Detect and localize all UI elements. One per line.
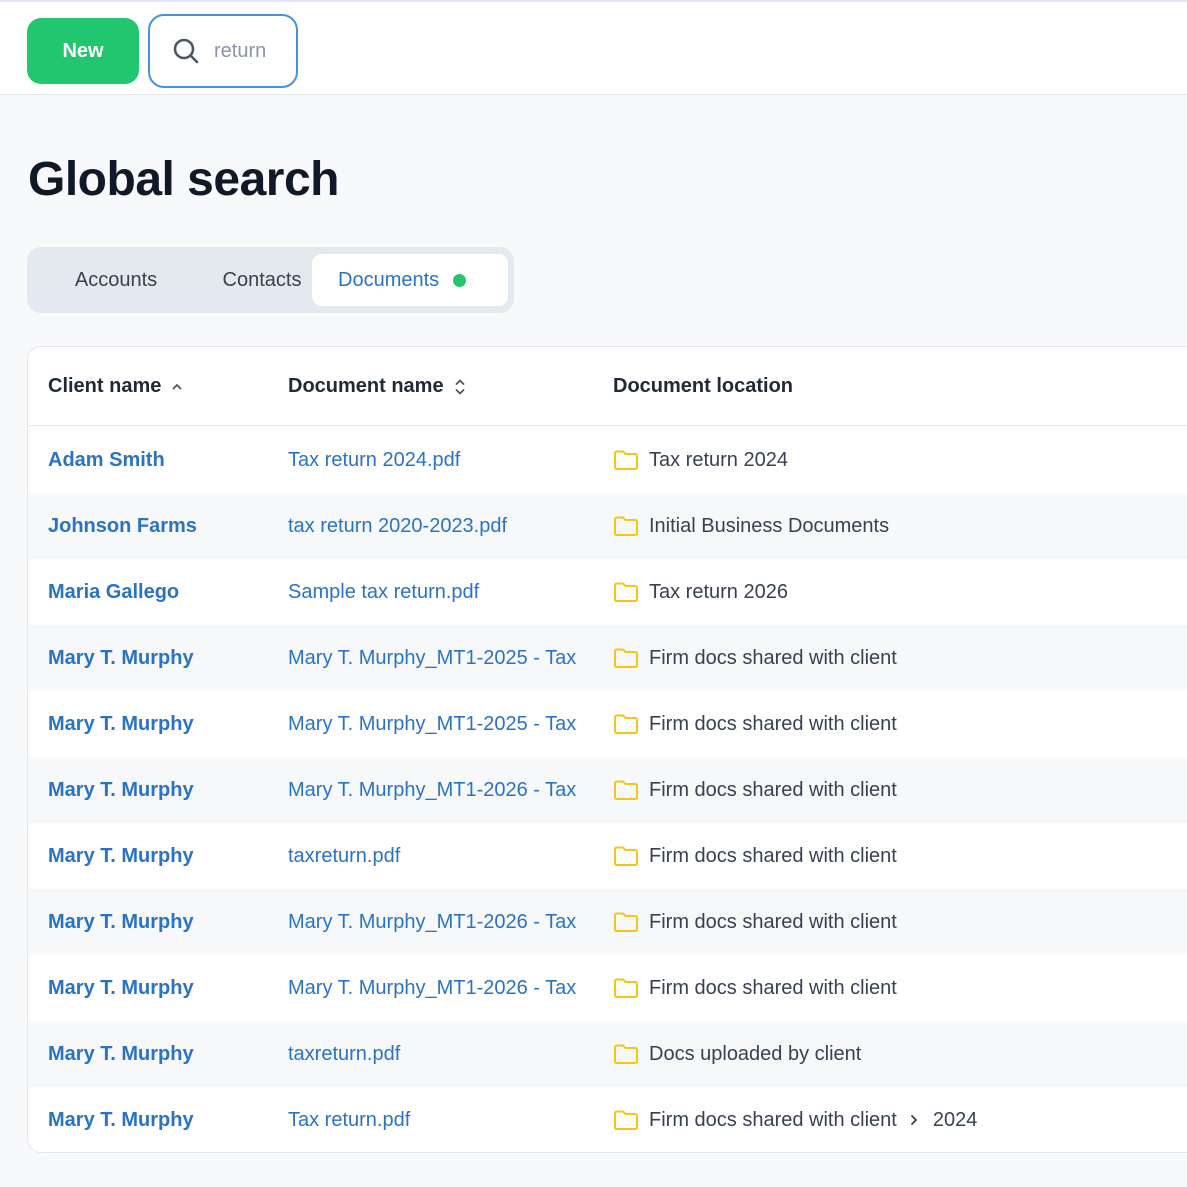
document-location[interactable]: Firm docs shared with client — [613, 889, 1173, 955]
table-row: Mary T. Murphy Mary T. Murphy_MT1-2025 -… — [28, 691, 1187, 757]
table-row: Johnson Farms tax return 2020-2023.pdf I… — [28, 493, 1187, 559]
document-location[interactable]: Firm docs shared with client — [613, 955, 1173, 1021]
sort-toggle-icon — [455, 379, 464, 394]
results-table: Client name Document name Document locat… — [27, 346, 1187, 1153]
folder-icon — [614, 846, 638, 866]
location-folder-name: Firm docs shared with client — [649, 778, 897, 801]
location-folder-name: Firm docs shared with client — [649, 910, 897, 933]
document-name-link[interactable]: taxreturn.pdf — [288, 1021, 591, 1087]
document-location[interactable]: Initial Business Documents — [613, 493, 1173, 559]
client-name-link[interactable]: Mary T. Murphy — [48, 955, 278, 1021]
location-folder-name: Tax return 2026 — [649, 580, 788, 603]
search-input[interactable] — [214, 39, 294, 63]
folder-icon — [614, 450, 638, 470]
folder-icon — [614, 1044, 638, 1064]
active-tab-indicator-dot — [453, 273, 467, 287]
document-name-link[interactable]: Mary T. Murphy_MT1-2026 - Tax — [288, 955, 591, 1021]
location-folder-name: Firm docs shared with client — [649, 1108, 897, 1131]
location-folder-name: Firm docs shared with client — [649, 712, 897, 735]
location-folder-name: Firm docs shared with client — [649, 646, 897, 669]
table-row: Mary T. Murphy Mary T. Murphy_MT1-2026 -… — [28, 889, 1187, 955]
tab-accounts[interactable]: Accounts — [41, 254, 191, 306]
column-header-document-label: Document name — [288, 375, 444, 397]
document-name-link[interactable]: Sample tax return.pdf — [288, 559, 591, 625]
document-location[interactable]: Docs uploaded by client — [613, 1021, 1173, 1087]
location-subfolder-name[interactable]: 2024 — [933, 1109, 978, 1132]
page-title: Global search — [28, 153, 339, 206]
table-row: Mary T. Murphy Tax return.pdf Firm docs … — [28, 1087, 1187, 1152]
table-body: Adam Smith Tax return 2024.pdf Tax retur… — [28, 427, 1187, 1152]
folder-icon — [614, 912, 638, 932]
client-name-link[interactable]: Mary T. Murphy — [48, 823, 278, 889]
document-name-link[interactable]: Mary T. Murphy_MT1-2025 - Tax — [288, 625, 591, 691]
location-folder-name: Initial Business Documents — [649, 514, 890, 537]
document-location[interactable]: Firm docs shared with client — [613, 691, 1173, 757]
search-icon — [173, 38, 199, 64]
document-name-link[interactable]: Tax return.pdf — [288, 1087, 591, 1152]
document-name-link[interactable]: Tax return 2024.pdf — [288, 427, 591, 493]
folder-icon — [614, 582, 638, 602]
client-name-link[interactable]: Mary T. Murphy — [48, 1021, 278, 1087]
client-name-link[interactable]: Mary T. Murphy — [48, 1087, 278, 1152]
location-folder-name: Tax return 2024 — [649, 448, 788, 471]
client-name-link[interactable]: Adam Smith — [48, 427, 278, 493]
document-name-link[interactable]: tax return 2020-2023.pdf — [288, 493, 591, 559]
folder-icon — [614, 1110, 638, 1130]
new-button[interactable]: New — [27, 18, 139, 84]
document-location[interactable]: Firm docs shared with client — [613, 757, 1173, 823]
folder-icon — [614, 648, 638, 668]
document-name-link[interactable]: taxreturn.pdf — [288, 823, 591, 889]
client-name-link[interactable]: Mary T. Murphy — [48, 625, 278, 691]
tab-accounts-label: Accounts — [74, 268, 158, 291]
tab-documents[interactable]: Documents — [312, 254, 508, 306]
document-name-link[interactable]: Mary T. Murphy_MT1-2025 - Tax — [288, 691, 591, 757]
location-folder-name: Firm docs shared with client — [649, 844, 897, 867]
search-box[interactable] — [148, 14, 298, 88]
folder-icon — [614, 780, 638, 800]
document-location[interactable]: Tax return 2024 — [613, 427, 1173, 493]
client-name-link[interactable]: Mary T. Murphy — [48, 757, 278, 823]
tab-contacts-label: Contacts — [222, 268, 302, 291]
client-name-link[interactable]: Mary T. Murphy — [48, 889, 278, 955]
folder-icon — [614, 714, 638, 734]
chevron-right-icon — [910, 1115, 917, 1125]
folder-icon — [614, 978, 638, 998]
table-row: Mary T. Murphy Mary T. Murphy_MT1-2025 -… — [28, 625, 1187, 691]
location-folder-name: Docs uploaded by client — [649, 1042, 862, 1065]
column-header-document-location: Document location — [613, 347, 793, 426]
table-row: Mary T. Murphy taxreturn.pdf Firm docs s… — [28, 823, 1187, 889]
column-header-client-label: Client name — [48, 375, 162, 397]
table-row: Mary T. Murphy taxreturn.pdf Docs upload… — [28, 1021, 1187, 1087]
table-row: Mary T. Murphy Mary T. Murphy_MT1-2026 -… — [28, 955, 1187, 1021]
document-location[interactable]: Firm docs shared with client 2024 — [613, 1087, 1173, 1152]
document-location[interactable]: Firm docs shared with client — [613, 823, 1173, 889]
tab-bar: Accounts Contacts Documents — [27, 247, 514, 313]
client-name-link[interactable]: Mary T. Murphy — [48, 691, 278, 757]
client-name-link[interactable]: Johnson Farms — [48, 493, 278, 559]
sort-ascending-icon — [172, 383, 182, 389]
document-name-link[interactable]: Mary T. Murphy_MT1-2026 - Tax — [288, 757, 591, 823]
column-header-location-label: Document location — [613, 375, 794, 397]
table-header: Client name Document name Document locat… — [28, 347, 1187, 426]
table-row: Adam Smith Tax return 2024.pdf Tax retur… — [28, 427, 1187, 493]
table-row: Maria Gallego Sample tax return.pdf Tax … — [28, 559, 1187, 625]
column-header-client-name[interactable]: Client name — [48, 347, 183, 426]
location-folder-name: Firm docs shared with client — [649, 976, 897, 999]
folder-icon — [614, 516, 638, 536]
column-header-document-name[interactable]: Document name — [288, 347, 466, 426]
client-name-link[interactable]: Maria Gallego — [48, 559, 278, 625]
document-location[interactable]: Firm docs shared with client — [613, 625, 1173, 691]
table-row: Mary T. Murphy Mary T. Murphy_MT1-2026 -… — [28, 757, 1187, 823]
tab-documents-label: Documents — [338, 268, 440, 291]
top-bar: New — [0, 0, 1187, 95]
document-location[interactable]: Tax return 2026 — [613, 559, 1173, 625]
document-name-link[interactable]: Mary T. Murphy_MT1-2026 - Tax — [288, 889, 591, 955]
